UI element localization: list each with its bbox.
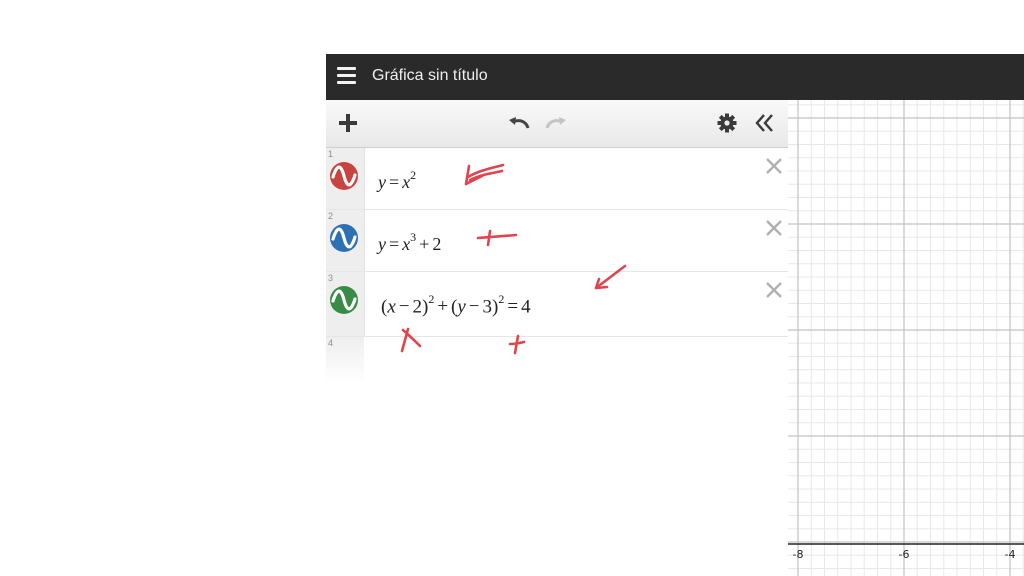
curve-toggle-icon[interactable] (330, 224, 358, 252)
undo-icon[interactable] (507, 114, 531, 132)
redo-icon[interactable] (544, 114, 568, 132)
formula-exponent: 2 (410, 168, 417, 182)
expression-gutter: 2 (326, 210, 365, 271)
expression-formula[interactable]: (x −2)2 + (y −3)2 = 4 (381, 292, 531, 318)
formula-const: 4 (521, 296, 531, 318)
formula-var: y (378, 172, 386, 192)
expression-number: 2 (328, 211, 334, 221)
plus-icon[interactable] (339, 114, 357, 132)
formula-var: y (378, 234, 386, 254)
formula-op: + (419, 234, 430, 254)
formula-op: + (437, 296, 449, 318)
formula-var: x (387, 296, 396, 318)
expression-formula[interactable]: y = x3 +2 (378, 230, 442, 255)
formula-var: x (402, 234, 411, 254)
graphing-calculator-window: Gráfica sin título 1 y = x2 2 y = x3 + 2… (326, 54, 1024, 576)
delete-expression-icon[interactable] (764, 280, 784, 300)
graph-grid: -8 -6 -4 (788, 100, 1024, 576)
gear-icon[interactable] (717, 113, 737, 133)
formula-var: y (457, 296, 466, 318)
formula-op: = (389, 172, 400, 192)
expression-list: 1 y = x2 2 y = x3 +2 3 (x − 2)2 + (y − 3… (326, 148, 788, 576)
formula-const: 3 (482, 296, 493, 318)
expression-number: 1 (328, 149, 334, 159)
expression-row[interactable]: 1 y = x2 (326, 148, 788, 210)
formula-const: 2 (412, 296, 422, 318)
x-tick-label: -4 (1005, 548, 1016, 561)
top-bar: Gráfica sin título (326, 54, 1024, 100)
expression-row[interactable]: 3 (x −2)2 + (y −3)2 = 4 (326, 272, 788, 337)
expression-formula[interactable]: y = x2 (378, 168, 417, 193)
formula-op: − (398, 296, 410, 318)
formula-exponent: 2 (428, 292, 435, 306)
formula-const: 2 (432, 234, 442, 254)
formula-exponent: 2 (498, 292, 505, 306)
expression-number: 3 (328, 273, 334, 283)
double-chevron-left-icon[interactable] (754, 114, 776, 132)
delete-expression-icon[interactable] (764, 218, 784, 238)
formula-op: = (507, 296, 519, 318)
expression-row[interactable]: 2 y = x3 +2 (326, 210, 788, 272)
graph-canvas[interactable]: -8 -6 -4 (788, 100, 1024, 576)
expression-gutter: 4 (326, 337, 364, 383)
expression-gutter: 1 (326, 148, 365, 209)
x-tick-label: -8 (793, 548, 804, 561)
hamburger-menu-icon[interactable] (337, 67, 357, 85)
formula-op: − (468, 296, 480, 318)
curve-toggle-icon[interactable] (330, 286, 358, 314)
formula-var: x (402, 172, 411, 192)
expression-toolbar (326, 100, 788, 148)
expression-row-empty[interactable]: 4 (326, 337, 788, 383)
expression-number: 4 (328, 338, 334, 348)
x-tick-label: -6 (899, 548, 910, 561)
curve-toggle-icon[interactable] (330, 162, 358, 190)
formula-exponent: 3 (410, 230, 417, 244)
graph-title[interactable]: Gráfica sin título (372, 67, 488, 85)
formula-op: = (389, 234, 400, 254)
delete-expression-icon[interactable] (764, 156, 784, 176)
expression-gutter: 3 (326, 272, 365, 336)
